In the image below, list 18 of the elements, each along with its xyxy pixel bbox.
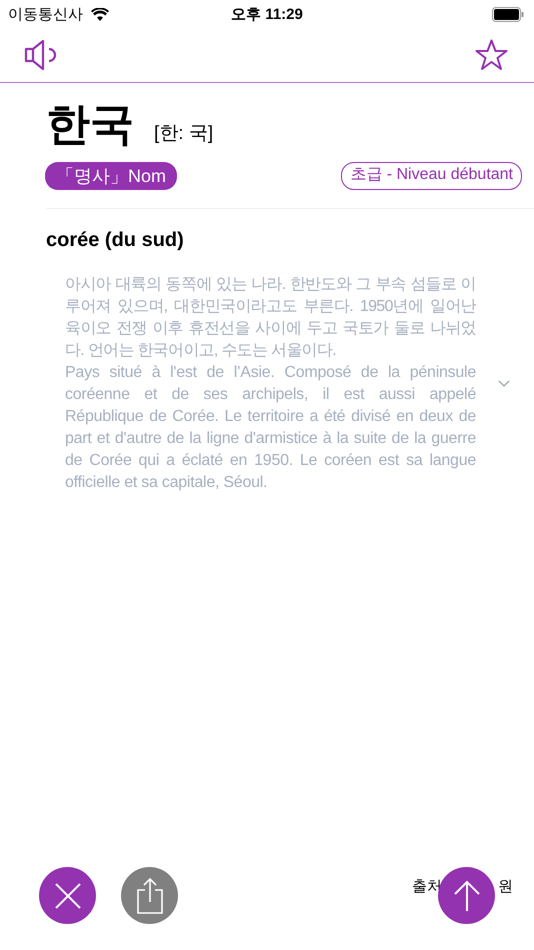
share-icon — [136, 878, 162, 914]
speaker-icon[interactable] — [24, 39, 58, 71]
source-label: 원 — [498, 877, 513, 896]
carrier-name: 이동통신사 — [8, 4, 83, 24]
arrow-up-icon — [454, 880, 480, 912]
star-icon[interactable] — [475, 39, 508, 71]
level-tag: 초급 - Niveau débutant — [341, 162, 522, 190]
wifi-icon — [91, 8, 109, 20]
headword: 한국 — [46, 99, 134, 151]
definition-title: corée (du sud) — [45, 228, 185, 252]
battery-icon — [492, 6, 524, 22]
part-of-speech-tag: 「명사」Nom — [45, 162, 178, 190]
pronunciation: [한: 국] — [154, 122, 214, 146]
close-icon — [54, 882, 80, 908]
source-label: 출처 — [412, 877, 442, 896]
korean-definition: 아시아 대륙의 동쪽에 있는 나라. 한반도와 그 부속 섬들로 이루어져 있으며, 대한민국이라고도 부른다. 1950년에 일어난 육이오 전쟁 이후 휴전선을 사이에 두고 국토가 둘로 나뉘었다. 언어는 한국어이고, 수도는 서울이다. — [65, 275, 476, 361]
french-definition: Pays situé à l'est de l’Asie. Composé de la péninsule coréenne et de ses archipels, il est aussi appelé République de Corée. Le territoire a été divisé en deux de part et d'autre de la ligne d'armistice à la suite de la guerre de Corée qui a éclaté en 1950. Le coréen est sa langue officielle et sa capitale, Séoul. — [65, 363, 476, 493]
clock-time: 오후 11:29 — [231, 5, 303, 24]
